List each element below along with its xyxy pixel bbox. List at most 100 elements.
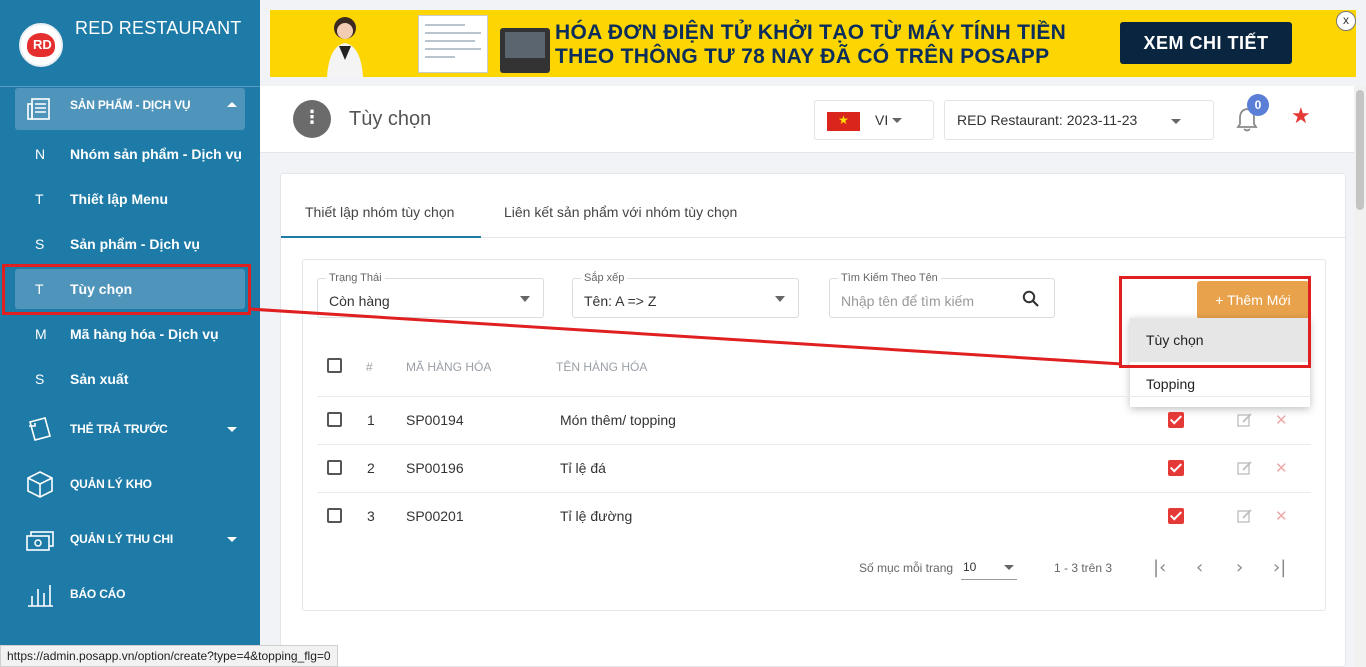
warehouse-box-icon: [27, 471, 53, 498]
sidebar-item-product-groups[interactable]: N Nhóm sản phẩm - Dịch vụ: [15, 134, 245, 174]
sidebar-item-menu-setup[interactable]: T Thiết lập Menu: [15, 179, 245, 219]
edit-icon[interactable]: [1237, 508, 1253, 524]
sidebar-item-production[interactable]: S Sản xuất: [15, 359, 245, 399]
annotation-box-sidebar: [2, 264, 251, 315]
vietnam-flag-icon: [827, 112, 860, 131]
sidebar-item-label: Sản phẩm - Dịch vụ: [70, 236, 200, 252]
chevron-up-icon: [227, 102, 237, 107]
sidebar-group-warehouse[interactable]: QUẢN LÝ KHO: [15, 462, 245, 506]
table-row[interactable]: 3 SP00201 Tỉ lệ đường ✕: [317, 492, 1311, 540]
edit-icon[interactable]: [1237, 412, 1253, 428]
active-tab-indicator: [281, 236, 481, 238]
pos-terminal-illustration: [500, 28, 550, 73]
sidebar-item-label: Sản xuất: [70, 371, 129, 387]
per-page-label: Số mục mỗi trang: [859, 561, 954, 575]
store-select[interactable]: RED Restaurant: 2023-11-23: [944, 100, 1214, 140]
sidebar-item-products[interactable]: S Sản phẩm - Dịch vụ: [15, 224, 245, 264]
row-code: SP00201: [406, 508, 464, 524]
sidebar-group-prepaid-card[interactable]: THẺ TRẢ TRƯỚC: [15, 407, 245, 451]
row-number: 3: [367, 508, 375, 524]
table-row[interactable]: 2 SP00196 Tỉ lệ đá ✕: [317, 444, 1311, 492]
search-input[interactable]: Nhập tên để tìm kiếm: [841, 293, 974, 309]
scrollbar-thumb[interactable]: [1356, 90, 1364, 210]
sidebar-group-cashflow[interactable]: QUẢN LÝ THU CHI: [15, 517, 245, 561]
chevron-down-icon: [227, 537, 237, 542]
row-checkbox[interactable]: [327, 460, 342, 475]
row-checkbox[interactable]: [327, 412, 342, 427]
sort-label: Sắp xếp: [581, 272, 628, 284]
chevron-down-icon: [892, 118, 902, 123]
first-page-icon[interactable]: |‹: [1153, 557, 1166, 578]
row-checkbox[interactable]: [327, 508, 342, 523]
page-scrollbar[interactable]: [1354, 86, 1366, 667]
sidebar-item-label: Thiết lập Menu: [70, 191, 168, 207]
language-select[interactable]: VI: [814, 100, 934, 140]
select-all-checkbox[interactable]: [327, 358, 342, 373]
chevron-down-icon: [775, 296, 785, 302]
chevron-down-icon: [1004, 565, 1014, 570]
sidebar-item-label: Nhóm sản phẩm - Dịch vụ: [70, 146, 242, 162]
banner-headline: HÓA ĐƠN ĐIỆN TỬ KHỞI TẠO TỪ MÁY TÍNH TIỀ…: [555, 21, 1066, 69]
tab-link-products[interactable]: Liên kết sản phẩm với nhóm tùy chọn: [504, 204, 737, 220]
sidebar-group-label: QUẢN LÝ THU CHI: [70, 532, 173, 546]
delete-icon[interactable]: ✕: [1275, 411, 1288, 429]
invoice-document-illustration: [418, 15, 488, 73]
close-banner-button[interactable]: x: [1336, 11, 1356, 31]
column-header-number: #: [366, 360, 373, 374]
last-page-icon[interactable]: ›|: [1273, 557, 1286, 578]
sidebar-group-reports[interactable]: BÁO CÁO: [15, 572, 245, 616]
row-number: 2: [367, 460, 375, 476]
tab-option-groups[interactable]: Thiết lập nhóm tùy chọn: [305, 204, 454, 220]
per-page-select[interactable]: 10: [961, 554, 1017, 580]
status-checkbox[interactable]: [1168, 460, 1184, 476]
search-field[interactable]: Tìm Kiếm Theo Tên Nhập tên để tìm kiếm: [829, 272, 1055, 318]
status-filter-select[interactable]: Trạng Thái Còn hàng: [317, 272, 544, 318]
status-checkbox[interactable]: [1168, 412, 1184, 428]
prev-page-icon[interactable]: ‹: [1196, 557, 1203, 578]
pagination-range: 1 - 3 trên 3: [1054, 561, 1113, 575]
sidebar: RD RED RESTAURANT SẢN PHẨM - DỊCH VỤ N N…: [0, 0, 260, 667]
report-chart-icon: [28, 585, 53, 607]
sidebar-group-label: QUẢN LÝ KHO: [70, 477, 152, 491]
status-filter-label: Trạng Thái: [326, 272, 385, 284]
banner-details-button[interactable]: XEM CHI TIẾT: [1120, 22, 1292, 64]
search-label: Tìm Kiếm Theo Tên: [838, 272, 941, 284]
column-header-code: MÃ HÀNG HÓA: [406, 360, 492, 374]
sidebar-item-letter: N: [35, 146, 46, 162]
sidebar-group-label: BÁO CÁO: [70, 587, 126, 601]
banner-line-2: THEO THÔNG TƯ 78 NAY ĐÃ CÓ TRÊN POSAPP: [555, 45, 1050, 68]
sort-select[interactable]: Sắp xếp Tên: A => Z: [572, 272, 799, 318]
store-select-value: RED Restaurant: 2023-11-23: [957, 112, 1138, 128]
sort-value: Tên: A => Z: [584, 293, 657, 309]
sidebar-item-label: Mã hàng hóa - Dịch vụ: [70, 326, 219, 342]
row-name: Tỉ lệ đường: [560, 508, 633, 524]
newspaper-icon: [27, 98, 50, 120]
sidebar-item-letter: S: [35, 371, 45, 387]
browser-status-url: https://admin.posapp.vn/option/create?ty…: [0, 645, 338, 667]
sidebar-item-product-codes[interactable]: M Mã hàng hóa - Dịch vụ: [15, 314, 245, 354]
delete-icon[interactable]: ✕: [1275, 459, 1288, 477]
sidebar-divider: [0, 86, 260, 87]
cash-icon: [26, 531, 54, 551]
content-card: Thiết lập nhóm tùy chọn Liên kết sản phẩ…: [280, 173, 1346, 667]
star-icon[interactable]: ★: [1291, 104, 1311, 129]
promo-banner[interactable]: HÓA ĐƠN ĐIỆN TỬ KHỞI TẠO TỪ MÁY TÍNH TIỀ…: [270, 10, 1356, 77]
language-code: VI: [875, 112, 889, 128]
row-code: SP00194: [406, 412, 464, 428]
sidebar-group-products[interactable]: SẢN PHẨM - DỊCH VỤ: [15, 88, 245, 130]
status-filter-value: Còn hàng: [329, 293, 390, 309]
restaurant-logo: RD: [19, 23, 63, 67]
chevron-down-icon: [227, 427, 237, 432]
search-icon[interactable]: [1022, 290, 1040, 308]
table-row[interactable]: 1 SP00194 Món thêm/ topping ✕: [317, 396, 1311, 444]
next-page-icon[interactable]: ›: [1236, 557, 1243, 578]
status-checkbox[interactable]: [1168, 508, 1184, 524]
delete-icon[interactable]: ✕: [1275, 507, 1288, 525]
page-header: Tùy chọn VI RED Restaurant: 2023-11-23 0…: [260, 86, 1354, 153]
more-vert-icon[interactable]: [293, 100, 331, 138]
edit-icon[interactable]: [1237, 460, 1253, 476]
chevron-down-icon: [520, 296, 530, 302]
cashier-illustration: [327, 17, 363, 77]
prepaid-card-icon: [29, 417, 51, 441]
row-code: SP00196: [406, 460, 464, 476]
